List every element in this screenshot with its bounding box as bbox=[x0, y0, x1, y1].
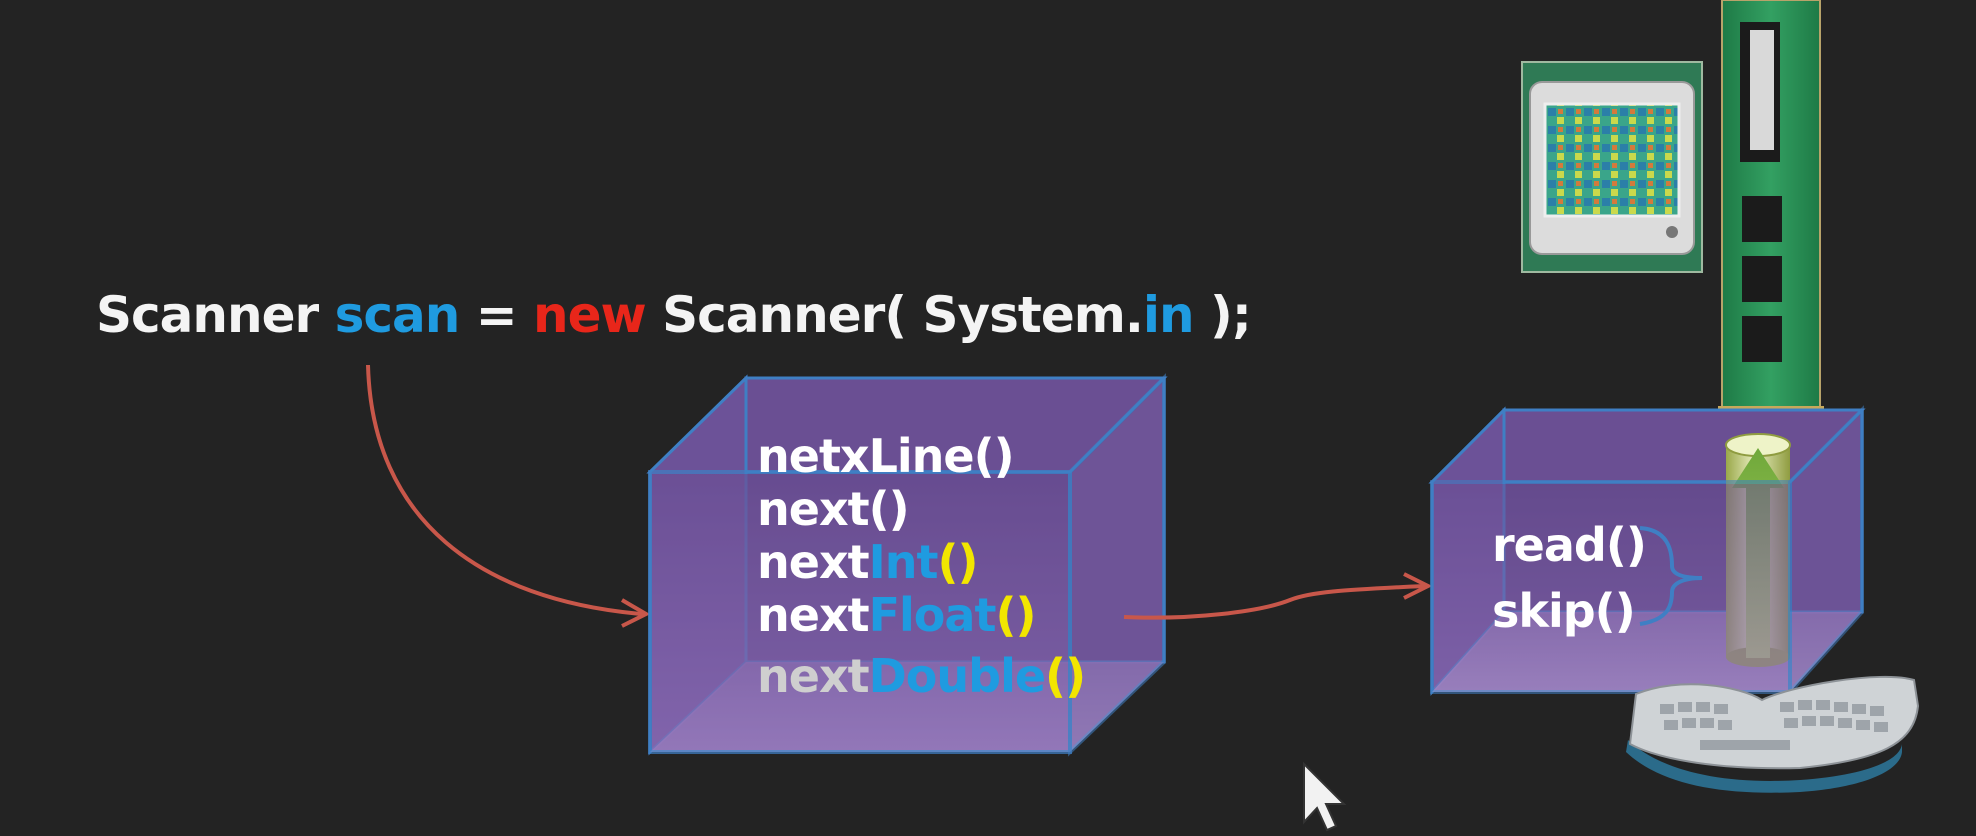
slide: Scanner scan = new Scanner( System.in );… bbox=[0, 0, 1976, 836]
scanner-declaration: Scanner scan = new Scanner( System.in ); bbox=[96, 286, 1252, 344]
mouse-cursor-icon bbox=[1303, 761, 1347, 832]
method-nextfloat-type: Float bbox=[868, 588, 997, 642]
cpu-chip-icon bbox=[1521, 61, 1703, 273]
method-nextdouble-parens: () bbox=[1045, 649, 1086, 703]
method-skip: skip() bbox=[1492, 584, 1636, 638]
method-nextfloat-parens: () bbox=[995, 588, 1036, 642]
code-close: ); bbox=[1193, 286, 1252, 344]
code-equals: = bbox=[459, 286, 534, 344]
method-netxline: netxLine() bbox=[757, 429, 1015, 483]
scanner-methods-list: netxLine() next() nextInt() nextFloat() … bbox=[757, 429, 1086, 703]
inputstream-methods-list: read() skip() bbox=[1492, 512, 1647, 644]
keyword-new: new bbox=[533, 286, 647, 344]
method-nextdouble-type: Double bbox=[868, 649, 1046, 703]
method-next: next() bbox=[757, 482, 910, 536]
method-nextint: nextInt() bbox=[757, 536, 1085, 589]
ram-module-icon bbox=[1718, 0, 1824, 419]
method-nextint-parens: () bbox=[937, 535, 978, 589]
scan-to-scanner-arrow bbox=[366, 364, 651, 628]
diagram-canvas bbox=[366, 0, 1920, 832]
method-nextdouble: nextDouble() bbox=[757, 649, 1086, 703]
variable-scan: scan bbox=[334, 286, 461, 344]
method-nextdouble-prefix: next bbox=[757, 649, 870, 703]
scanner-to-inputstream-arrow bbox=[1123, 572, 1433, 620]
field-in: in bbox=[1142, 286, 1195, 344]
method-nextfloat-prefix: next bbox=[757, 588, 870, 642]
method-nextint-type: Int bbox=[868, 535, 939, 589]
keyboard-icon bbox=[1626, 675, 1920, 793]
method-read: read() bbox=[1492, 518, 1647, 572]
method-nextint-prefix: next bbox=[757, 535, 870, 589]
method-nextfloat: nextFloat() bbox=[757, 589, 1085, 642]
code-constructor: Scanner( System. bbox=[645, 286, 1144, 344]
code-type: Scanner bbox=[96, 286, 335, 344]
